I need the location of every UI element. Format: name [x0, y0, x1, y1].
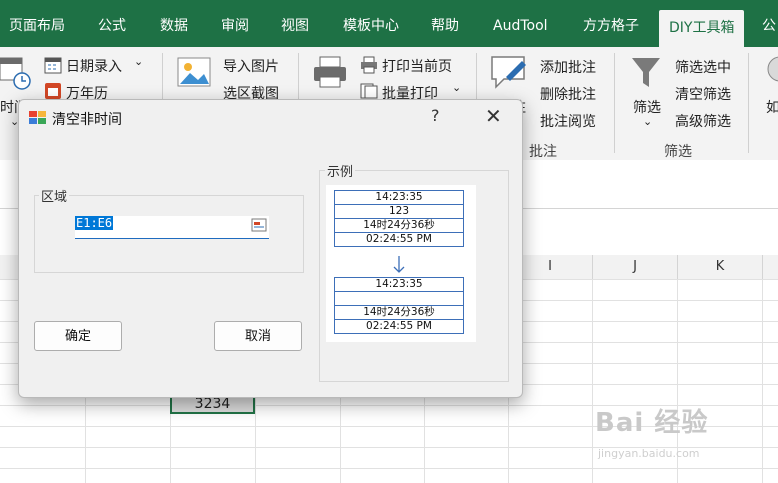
example-legend: 示例 [325, 161, 356, 180]
down-arrow-icon [393, 256, 405, 273]
read-comment-button[interactable]: 批注阅览 [540, 111, 596, 131]
delete-comment-button[interactable]: 删除批注 [540, 84, 596, 104]
add-comment-button[interactable]: 添加批注 [540, 57, 596, 77]
tab-view[interactable]: 视图 [281, 0, 309, 47]
example-after-table: 14:23:35 14时24分36秒 02:24:55 PM [334, 277, 464, 334]
dialog-title: 清空非时间 [52, 112, 122, 128]
filter-selected-button[interactable]: 筛选选中 [675, 57, 731, 77]
advanced-filter-button[interactable]: 高级筛选 [675, 111, 731, 131]
ribbon-tab-bar: 页面布局 公式 数据 审阅 视图 模板中心 帮助 AudTool 方方格子 DI… [0, 0, 778, 47]
column-header-j[interactable]: J [593, 255, 678, 279]
chevron-down-icon[interactable]: ⌄ [452, 81, 461, 94]
example-before-row: 02:24:55 PM [366, 233, 432, 245]
tab-template-center[interactable]: 模板中心 [343, 0, 399, 47]
tab-page-layout[interactable]: 页面布局 [9, 0, 65, 47]
tab-diy-toolbox[interactable]: DIY工具箱 [659, 10, 745, 47]
comment-group-label: 批注 [529, 144, 557, 160]
example-before-row: 14时24分36秒 [335, 219, 463, 233]
tab-audtool[interactable]: AudTool [493, 0, 548, 47]
range-picker-icon[interactable] [251, 218, 267, 232]
date-input-button[interactable]: 日期录入 [66, 56, 122, 76]
help-button[interactable]: ? [431, 106, 440, 125]
filter-icon [632, 58, 660, 87]
tab-review[interactable]: 审阅 [221, 0, 249, 47]
far-right-label: 如 [766, 100, 778, 116]
filter-group-label: 筛选 [664, 144, 692, 160]
print-page-icon [361, 56, 377, 74]
date-input-icon [44, 57, 62, 74]
user-avatar-icon[interactable] [762, 55, 778, 91]
chevron-down-icon[interactable]: ⌄ [134, 55, 143, 68]
column-header-k[interactable]: K [678, 255, 763, 279]
close-button[interactable]: ✕ [485, 104, 502, 128]
example-before-row: 14:23:35 [335, 191, 463, 205]
example-after-row: 14:23:35 [335, 278, 463, 292]
clear-filter-button[interactable]: 清空筛选 [675, 84, 731, 104]
example-before-row: 123 [335, 205, 463, 219]
tab-fangfang[interactable]: 方方格子 [583, 0, 639, 47]
calendar-clock-icon[interactable] [0, 55, 32, 91]
ok-button[interactable]: 确定 [34, 321, 122, 351]
tab-overflow[interactable]: 公 [762, 0, 776, 47]
cancel-button[interactable]: 取消 [214, 321, 302, 351]
filter-button[interactable]: 筛选 [633, 97, 661, 117]
range-input-value: E1:E6 [75, 216, 114, 230]
print-current-page-button[interactable]: 打印当前页 [382, 56, 452, 76]
watermark: Bai 经验 [595, 408, 709, 438]
tab-data[interactable]: 数据 [160, 0, 188, 47]
tab-formulas[interactable]: 公式 [98, 0, 126, 47]
example-after-row: 02:24:55 PM [366, 320, 432, 332]
chevron-down-icon[interactable]: ⌄ [643, 115, 652, 128]
import-image-button[interactable]: 导入图片 [223, 56, 279, 76]
range-input[interactable]: E1:E6 [75, 216, 269, 239]
example-after-row: 14时24分36秒 [335, 306, 463, 320]
example-illustration: 14:23:35 123 14时24分36秒 02:24:55 PM 14:23… [326, 185, 476, 342]
calendar-icon [45, 83, 61, 99]
clear-non-time-dialog: 清空非时间 ? ✕ 区域 E1:E6 示例 14:23:35 123 14时24… [18, 99, 523, 398]
picture-icon [177, 57, 211, 87]
comment-icon [491, 56, 526, 89]
app-icon [29, 111, 46, 124]
printer-icon [314, 56, 346, 88]
batch-print-icon [360, 83, 378, 99]
region-legend: 区域 [39, 186, 70, 205]
example-before-table: 14:23:35 123 14时24分36秒 02:24:55 PM [334, 190, 464, 247]
watermark-url: jingyan.baidu.com [598, 447, 700, 460]
example-after-row [335, 292, 463, 306]
tab-help[interactable]: 帮助 [431, 0, 459, 47]
